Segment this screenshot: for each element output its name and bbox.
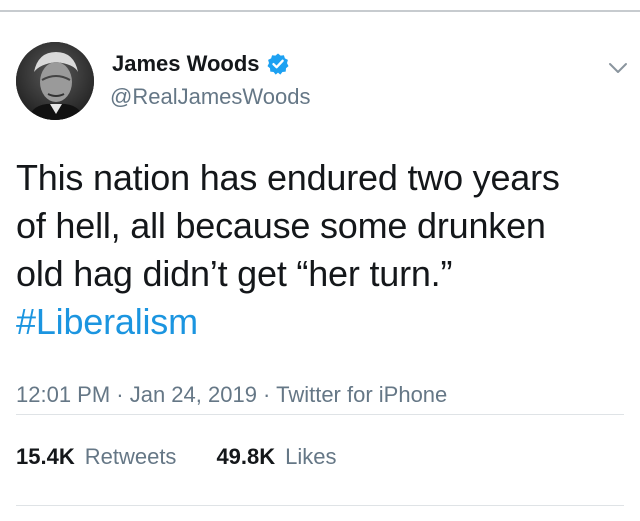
divider (16, 505, 624, 506)
avatar[interactable] (16, 42, 94, 120)
tweet-stats: 15.4K Retweets 49.8K Likes (16, 444, 377, 470)
hashtag-link[interactable]: #Liberalism (16, 298, 616, 346)
author-name-row[interactable]: James Woods (112, 50, 290, 78)
author-handle[interactable]: @RealJamesWoods (110, 84, 310, 110)
tweet-text-line: old hag didn’t get “her turn.” (16, 253, 453, 294)
display-name[interactable]: James Woods (112, 51, 260, 77)
chevron-down-icon[interactable] (606, 56, 630, 80)
tweet-text-line: of hell, all because some drunken (16, 205, 546, 246)
tweet-meta[interactable]: 12:01 PM · Jan 24, 2019 · Twitter for iP… (16, 382, 447, 408)
tweet-text: This nation has endured two years of hel… (16, 154, 616, 346)
verified-badge-icon (266, 52, 290, 76)
retweets-count: 15.4K (16, 444, 75, 469)
retweets-stat[interactable]: 15.4K Retweets (16, 444, 176, 470)
avatar-photo (16, 42, 94, 120)
tweet-text-line: This nation has endured two years (16, 157, 560, 198)
divider (16, 414, 624, 415)
retweets-label: Retweets (84, 444, 177, 469)
likes-count: 49.8K (216, 444, 276, 469)
likes-stat[interactable]: 49.8K Likes (216, 444, 336, 470)
likes-label: Likes (285, 444, 337, 469)
